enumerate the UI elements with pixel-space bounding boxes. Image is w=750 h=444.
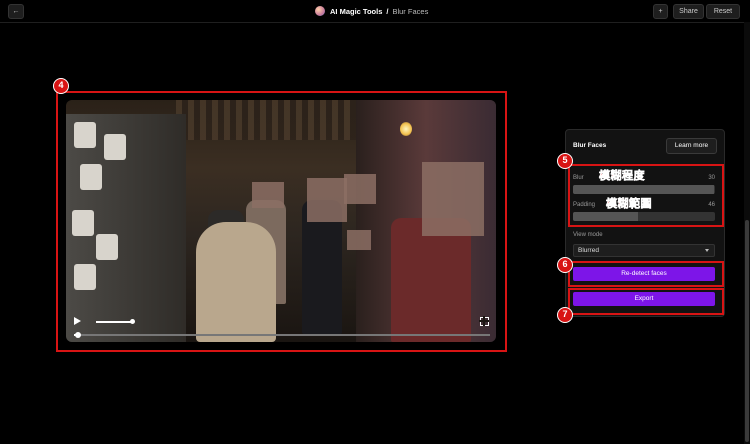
add-button[interactable]: + — [653, 4, 668, 19]
scrollbar-thumb[interactable] — [745, 220, 749, 442]
learn-more-button[interactable]: Learn more — [666, 138, 717, 154]
breadcrumb-separator: / — [386, 6, 389, 16]
panel-title: Blur Faces — [573, 142, 607, 149]
annotation-badge: 6 — [557, 257, 573, 273]
chevron-down-icon — [705, 249, 709, 252]
reset-button[interactable]: Reset — [706, 4, 740, 19]
annotation-frame-export — [568, 288, 724, 315]
annotation-frame-redetect — [568, 261, 724, 287]
back-button[interactable]: ← — [8, 4, 24, 19]
view-mode-select[interactable]: Blurred — [573, 244, 715, 257]
view-mode-value: Blurred — [578, 247, 599, 254]
annotation-frame-player — [56, 91, 507, 352]
blur-caption: 模糊程度 — [599, 170, 645, 183]
view-mode-label: View mode — [573, 232, 603, 238]
annotation-badge: 5 — [557, 153, 573, 169]
annotation-badge: 4 — [53, 78, 69, 94]
breadcrumb-app[interactable]: AI Magic Tools — [330, 7, 382, 16]
arrow-left-icon: ← — [12, 8, 20, 15]
breadcrumb-page: Blur Faces — [392, 6, 429, 16]
breadcrumb: AI Magic Tools / Blur Faces — [315, 5, 428, 17]
plus-icon: + — [658, 8, 663, 15]
share-button[interactable]: Share — [673, 4, 704, 19]
annotation-badge: 7 — [557, 307, 573, 323]
padding-caption: 模糊範圍 — [606, 198, 652, 211]
app-logo — [315, 6, 325, 16]
